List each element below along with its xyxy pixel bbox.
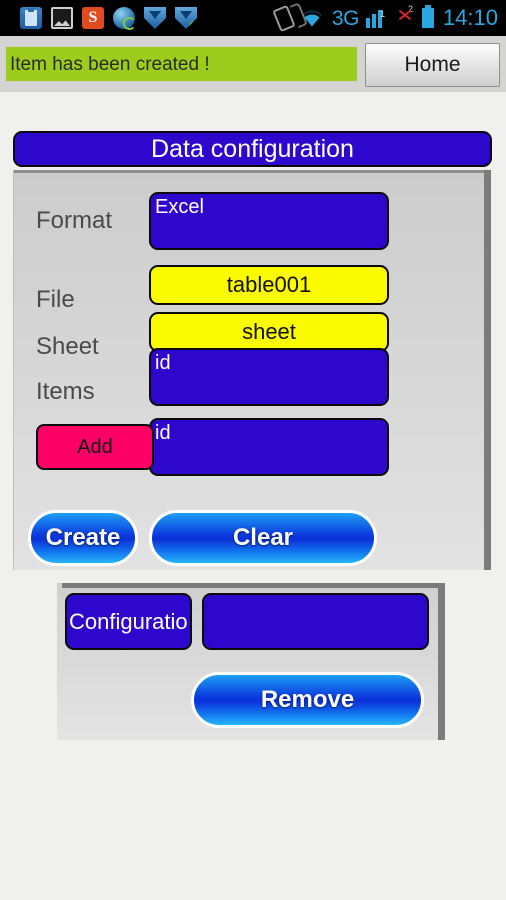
label-file: File [36, 286, 75, 313]
create-button[interactable]: Create [28, 510, 138, 566]
clear-button[interactable]: Clear [149, 510, 377, 566]
clipboard-icon [20, 7, 42, 29]
add-button-slot: Add [14, 418, 154, 476]
row-items: Items id [14, 348, 485, 406]
shield-plus-icon [175, 7, 197, 29]
battery-icon [421, 5, 434, 28]
network-type-label: 3G [331, 6, 360, 30]
clock-label: 14:10 [442, 5, 498, 30]
list-vertical-scrollbar[interactable] [438, 583, 445, 740]
row-format: Format Excel [14, 192, 485, 250]
configuration-list-panel: Configuratio Remove [57, 583, 445, 740]
shield-icon [144, 7, 166, 29]
field-item-1[interactable]: id [149, 348, 389, 406]
label-items: Items [36, 378, 95, 405]
gallery-icon [51, 7, 73, 29]
s-app-icon: S [82, 7, 104, 29]
panel-top-divider [14, 170, 485, 173]
notification-row: Item has been created ! Home [0, 36, 506, 92]
sim1-badge: 1 [379, 9, 385, 19]
configuration-name-chip[interactable]: Configuratio [65, 593, 192, 650]
field-format[interactable]: Excel [149, 192, 389, 250]
field-file[interactable]: table001 [149, 265, 389, 305]
home-button[interactable]: Home [365, 43, 500, 87]
panel-vertical-scrollbar[interactable] [484, 170, 491, 570]
status-bar-system-icons: 3G 1 2 14:10 [272, 0, 498, 36]
phone-screen: S 3G 1 2 14:10 Item has been created ! H… [0, 0, 506, 900]
browser-globe-icon [113, 7, 136, 30]
row-file: File table001 [14, 258, 485, 312]
list-horizontal-scrollbar[interactable] [62, 583, 439, 588]
signal-bars-icon: 1 [365, 8, 388, 28]
add-button[interactable]: Add [36, 424, 154, 470]
auto-rotate-off-icon [272, 4, 296, 32]
field-item-2[interactable]: id [149, 418, 389, 476]
no-sim-icon: 2 [395, 4, 415, 29]
status-bar-notification-icons: S [0, 7, 197, 30]
status-message-banner: Item has been created ! [6, 47, 357, 81]
plus-badge-icon [189, 21, 197, 29]
configuration-value-field[interactable] [202, 593, 429, 650]
field-sheet[interactable]: sheet [149, 312, 389, 352]
label-format: Format [36, 207, 113, 234]
remove-button[interactable]: Remove [191, 672, 424, 728]
page-title: Data configuration [13, 131, 492, 167]
status-message-text: Item has been created ! [10, 53, 210, 75]
row-add-item: Add id [14, 418, 485, 476]
status-bar: S 3G 1 2 14:10 [0, 0, 506, 36]
